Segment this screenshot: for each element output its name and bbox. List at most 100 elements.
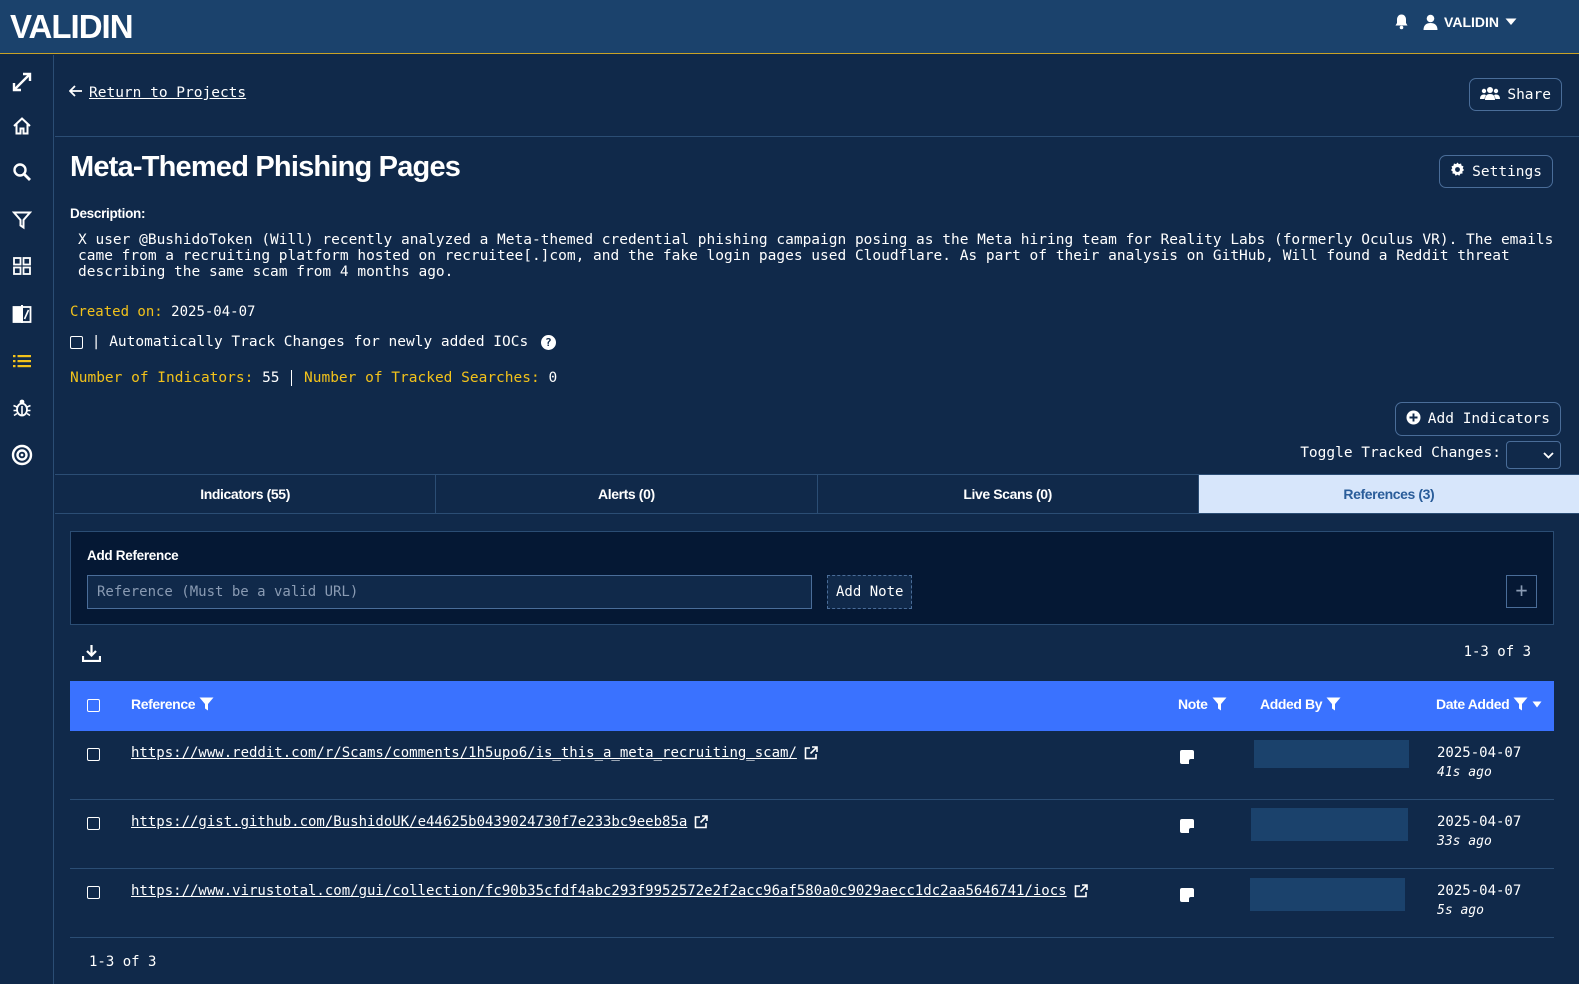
indicators-count-value: 55 bbox=[262, 370, 280, 386]
reference-url: https://gist.github.com/BushidoUK/e44625… bbox=[131, 814, 688, 830]
header-note[interactable]: Note bbox=[1178, 696, 1227, 712]
created-on-line: Created on: 2025-04-07 bbox=[70, 304, 255, 320]
table-header: Reference Note Added By Date Added bbox=[70, 681, 1554, 731]
date-added: 2025-04-07 bbox=[1437, 883, 1522, 899]
sidebar bbox=[0, 55, 54, 984]
tab-references[interactable]: References (3) bbox=[1198, 475, 1579, 513]
note-icon[interactable] bbox=[1180, 888, 1194, 902]
filter-icon[interactable] bbox=[11, 209, 33, 231]
filter-icon[interactable] bbox=[1326, 697, 1341, 711]
filter-icon[interactable] bbox=[1212, 697, 1227, 711]
add-reference-panel: Add Reference Add Note + bbox=[70, 531, 1554, 625]
reference-link[interactable]: https://www.reddit.com/r/Scams/comments/… bbox=[131, 745, 818, 761]
pagination-top: 1-3 of 3 bbox=[1463, 644, 1531, 660]
arrow-left-icon bbox=[68, 85, 83, 101]
added-by-redacted bbox=[1251, 808, 1408, 841]
row-checkbox[interactable] bbox=[87, 817, 100, 830]
reference-url: https://www.reddit.com/r/Scams/comments/… bbox=[131, 745, 797, 761]
auto-track-label: | Automatically Track Changes for newly … bbox=[91, 334, 529, 350]
bug-icon[interactable] bbox=[11, 397, 33, 419]
help-icon[interactable]: ? bbox=[540, 334, 556, 350]
add-reference-plus-button[interactable]: + bbox=[1506, 575, 1537, 608]
tab-indicators[interactable]: Indicators (55) bbox=[55, 475, 437, 513]
compare-icon[interactable] bbox=[11, 303, 33, 325]
top-bar: VALIDIN VALIDIN bbox=[0, 0, 1579, 54]
indicators-count-label: Number of Indicators: bbox=[70, 370, 254, 386]
settings-button[interactable]: Settings bbox=[1439, 155, 1553, 188]
note-icon[interactable] bbox=[1180, 819, 1194, 833]
plus-circle-icon bbox=[1406, 410, 1421, 429]
grid-icon[interactable] bbox=[11, 255, 33, 277]
return-label: Return to Projects bbox=[89, 85, 247, 101]
sort-desc-icon[interactable] bbox=[1532, 701, 1542, 708]
date-relative: 41s ago bbox=[1437, 765, 1492, 780]
note-icon[interactable] bbox=[1180, 750, 1194, 764]
external-link-icon bbox=[694, 815, 709, 829]
toggle-tracked-select[interactable] bbox=[1506, 441, 1561, 469]
user-menu[interactable]: VALIDIN bbox=[1423, 14, 1517, 30]
tab-alerts[interactable]: Alerts (0) bbox=[436, 475, 818, 513]
counts-line: Number of Indicators: 55 Number of Track… bbox=[70, 370, 557, 386]
reference-url: https://www.virustotal.com/gui/collectio… bbox=[131, 883, 1067, 899]
tracked-searches-label: Number of Tracked Searches: bbox=[304, 370, 540, 386]
add-note-button[interactable]: Add Note bbox=[827, 575, 913, 609]
select-all-checkbox[interactable] bbox=[87, 699, 100, 712]
auto-track-checkbox[interactable] bbox=[70, 335, 83, 349]
main-content: Return to Projects Share Meta-Themed Phi… bbox=[55, 55, 1579, 984]
download-icon[interactable] bbox=[81, 644, 102, 666]
reference-link[interactable]: https://gist.github.com/BushidoUK/e44625… bbox=[131, 814, 709, 830]
reference-link[interactable]: https://www.virustotal.com/gui/collectio… bbox=[131, 883, 1088, 899]
user-icon bbox=[1423, 14, 1438, 30]
toggle-tracked-label: Toggle Tracked Changes: bbox=[1300, 445, 1501, 461]
added-by-redacted bbox=[1254, 740, 1409, 768]
header-added-by[interactable]: Added By bbox=[1260, 696, 1341, 712]
header-reference-label: Reference bbox=[131, 696, 196, 712]
validin-logo[interactable]: VALIDIN bbox=[10, 8, 134, 46]
auto-track-row: | Automatically Track Changes for newly … bbox=[70, 334, 556, 350]
header-note-label: Note bbox=[1178, 696, 1208, 712]
created-on-value: 2025-04-07 bbox=[171, 304, 256, 320]
date-added: 2025-04-07 bbox=[1437, 745, 1522, 761]
header-date-added-label: Date Added bbox=[1436, 696, 1510, 712]
return-row: Return to Projects Share bbox=[55, 55, 1579, 137]
home-icon[interactable] bbox=[11, 115, 33, 137]
chevron-down-icon bbox=[1505, 18, 1517, 26]
search-icon[interactable] bbox=[11, 161, 33, 183]
row-checkbox[interactable] bbox=[87, 886, 100, 899]
description-label: Description: bbox=[70, 206, 146, 221]
filter-icon[interactable] bbox=[199, 697, 214, 711]
add-indicators-label: Add Indicators bbox=[1427, 411, 1550, 427]
added-by-redacted bbox=[1250, 878, 1405, 911]
divider bbox=[291, 370, 293, 386]
settings-label: Settings bbox=[1472, 163, 1542, 180]
pagination-bottom: 1-3 of 3 bbox=[89, 954, 157, 970]
user-name: VALIDIN bbox=[1444, 14, 1499, 30]
expand-icon[interactable] bbox=[11, 71, 33, 93]
created-on-label: Created on: bbox=[70, 304, 163, 320]
table-row: https://www.virustotal.com/gui/collectio… bbox=[70, 869, 1554, 938]
header-reference[interactable]: Reference bbox=[131, 696, 214, 712]
date-relative: 33s ago bbox=[1437, 834, 1492, 849]
references-table: Reference Note Added By Date Added https… bbox=[70, 681, 1554, 938]
header-added-by-label: Added By bbox=[1260, 696, 1323, 712]
header-date-added[interactable]: Date Added bbox=[1436, 696, 1542, 712]
reference-url-input[interactable] bbox=[87, 575, 812, 609]
chevron-down-icon bbox=[1543, 452, 1554, 459]
filter-icon[interactable] bbox=[1513, 697, 1528, 711]
target-icon[interactable] bbox=[11, 444, 33, 466]
description-text: X user @BushidoToken (Will) recently ana… bbox=[78, 232, 1554, 280]
share-button[interactable]: Share bbox=[1469, 78, 1562, 111]
date-added: 2025-04-07 bbox=[1437, 814, 1522, 830]
page-title: Meta-Themed Phishing Pages bbox=[70, 151, 461, 183]
bell-icon[interactable] bbox=[1394, 14, 1409, 30]
row-checkbox[interactable] bbox=[87, 748, 100, 761]
table-row: https://www.reddit.com/r/Scams/comments/… bbox=[70, 731, 1554, 800]
users-icon bbox=[1480, 86, 1501, 104]
tab-bar: Indicators (55) Alerts (0) Live Scans (0… bbox=[55, 474, 1579, 514]
tracked-searches-value: 0 bbox=[548, 370, 558, 386]
table-row: https://gist.github.com/BushidoUK/e44625… bbox=[70, 800, 1554, 869]
add-indicators-button[interactable]: Add Indicators bbox=[1394, 402, 1561, 436]
return-to-projects-link[interactable]: Return to Projects bbox=[68, 85, 247, 101]
tab-live-scans[interactable]: Live Scans (0) bbox=[818, 475, 1199, 513]
list-icon[interactable] bbox=[11, 350, 33, 372]
